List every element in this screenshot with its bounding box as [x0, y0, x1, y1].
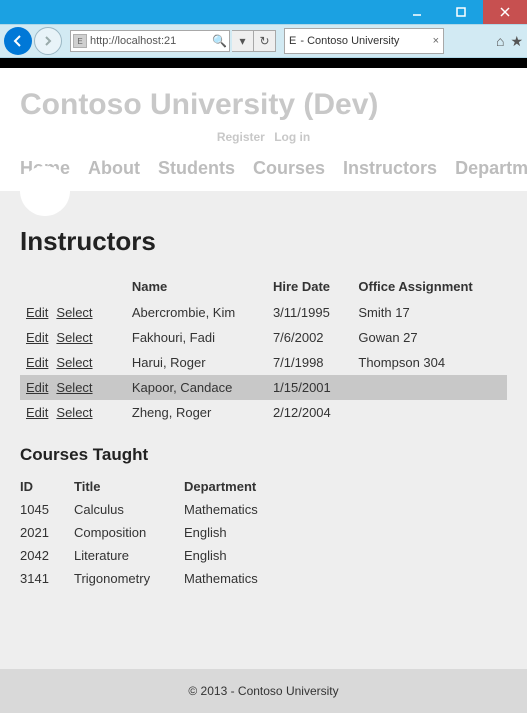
table-row: Edit Select Abercrombie, Kim3/11/1995Smith… [20, 300, 507, 325]
nav-instructors[interactable]: Instructors [343, 158, 437, 179]
table-row: 1045CalculusMathematics [20, 498, 272, 521]
cell-office [352, 400, 507, 425]
select-link[interactable]: Select [56, 305, 92, 320]
register-link[interactable]: Register [217, 130, 265, 144]
cell-id: 2021 [20, 521, 74, 544]
cell-name: Harui, Roger [126, 350, 267, 375]
select-link[interactable]: Select [56, 330, 92, 345]
cell-office: Thompson 304 [352, 350, 507, 375]
tab-favicon-icon: E [289, 35, 296, 47]
search-icon[interactable]: 🔍 [212, 34, 227, 48]
forward-button[interactable] [34, 27, 62, 55]
cell-id: 3141 [20, 567, 74, 590]
col-id: ID [20, 475, 74, 498]
cell-dept: Mathematics [184, 498, 272, 521]
browser-tab[interactable]: E - Contoso University × [284, 28, 444, 54]
col-name: Name [126, 273, 267, 300]
col-dept: Department [184, 475, 272, 498]
avatar [20, 166, 70, 216]
cell-dept: Mathematics [184, 567, 272, 590]
courses-taught-title: Courses Taught [20, 445, 507, 465]
favorites-icon[interactable]: ★ [510, 33, 523, 50]
edit-link[interactable]: Edit [26, 405, 48, 420]
edit-link[interactable]: Edit [26, 355, 48, 370]
cell-hire: 7/6/2002 [267, 325, 352, 350]
edit-link[interactable]: Edit [26, 380, 48, 395]
minimize-button[interactable] [395, 0, 439, 24]
cell-id: 2042 [20, 544, 74, 567]
cell-office: Smith 17 [352, 300, 507, 325]
tab-title: - Contoso University [300, 35, 399, 47]
table-row: Edit Select Fakhouri, Fadi7/6/2002Gowan 27 [20, 325, 507, 350]
cell-hire: 1/15/2001 [267, 375, 352, 400]
table-row: 2042LiteratureEnglish [20, 544, 272, 567]
table-row: Edit Select Harui, Roger7/1/1998Thompson 3… [20, 350, 507, 375]
cell-hire: 7/1/1998 [267, 350, 352, 375]
footer: © 2013 - Contoso University [0, 669, 527, 713]
top-black-bar [0, 58, 527, 68]
cell-dept: English [184, 521, 272, 544]
courses-table: ID Title Department 1045CalculusMathemat… [20, 475, 272, 590]
cell-id: 1045 [20, 498, 74, 521]
col-hire: Hire Date [267, 273, 352, 300]
site-title: Contoso University (Dev) [20, 88, 507, 122]
nav-students[interactable]: Students [158, 158, 235, 179]
browser-toolbar: E http://localhost:21 🔍 ▾ ↻ E - Contoso … [0, 24, 527, 58]
instructors-table: Name Hire Date Office Assignment Edit Sel… [20, 273, 507, 425]
cell-hire: 2/12/2004 [267, 400, 352, 425]
cell-name: Kapoor, Candace [126, 375, 267, 400]
cell-title: Composition [74, 521, 184, 544]
table-row: Edit Select Kapoor, Candace1/15/2001 [20, 375, 507, 400]
cell-title: Literature [74, 544, 184, 567]
close-button[interactable] [483, 0, 527, 24]
maximize-button[interactable] [439, 0, 483, 24]
cell-hire: 3/11/1995 [267, 300, 352, 325]
table-row: 2021CompositionEnglish [20, 521, 272, 544]
address-url-prefix: http:// [90, 35, 118, 47]
back-button[interactable] [4, 27, 32, 55]
footer-text: © 2013 - Contoso University [188, 684, 338, 698]
edit-link[interactable]: Edit [26, 330, 48, 345]
address-url-host: localhost:21 [118, 35, 177, 47]
col-office: Office Assignment [352, 273, 507, 300]
col-title: Title [74, 475, 184, 498]
cell-name: Abercrombie, Kim [126, 300, 267, 325]
address-bar[interactable]: E http://localhost:21 🔍 [70, 30, 230, 52]
cell-dept: English [184, 544, 272, 567]
cell-name: Zheng, Roger [126, 400, 267, 425]
table-row: Edit Select Zheng, Roger2/12/2004 [20, 400, 507, 425]
select-link[interactable]: Select [56, 405, 92, 420]
nav-about[interactable]: About [88, 158, 140, 179]
page-title: Instructors [20, 226, 507, 257]
cell-title: Trigonometry [74, 567, 184, 590]
page-favicon-icon: E [73, 34, 87, 48]
home-icon[interactable]: ⌂ [496, 33, 504, 50]
tab-close-icon[interactable]: × [433, 35, 439, 47]
table-row: 3141TrigonometryMathematics [20, 567, 272, 590]
select-link[interactable]: Select [56, 355, 92, 370]
address-buttons: ▾ ↻ [232, 30, 276, 52]
select-link[interactable]: Select [56, 380, 92, 395]
edit-link[interactable]: Edit [26, 305, 48, 320]
cell-office: Gowan 27 [352, 325, 507, 350]
nav-departments[interactable]: Departments [455, 158, 527, 179]
cell-name: Fakhouri, Fadi [126, 325, 267, 350]
main-nav: Home About Students Courses Instructors … [20, 158, 507, 179]
account-links: Register Log in [20, 130, 507, 144]
refresh-button[interactable]: ↻ [254, 30, 276, 52]
login-link[interactable]: Log in [274, 130, 310, 144]
cell-office [352, 375, 507, 400]
window-titlebar [0, 0, 527, 24]
nav-courses[interactable]: Courses [253, 158, 325, 179]
cell-title: Calculus [74, 498, 184, 521]
addr-dropdown-button[interactable]: ▾ [232, 30, 254, 52]
